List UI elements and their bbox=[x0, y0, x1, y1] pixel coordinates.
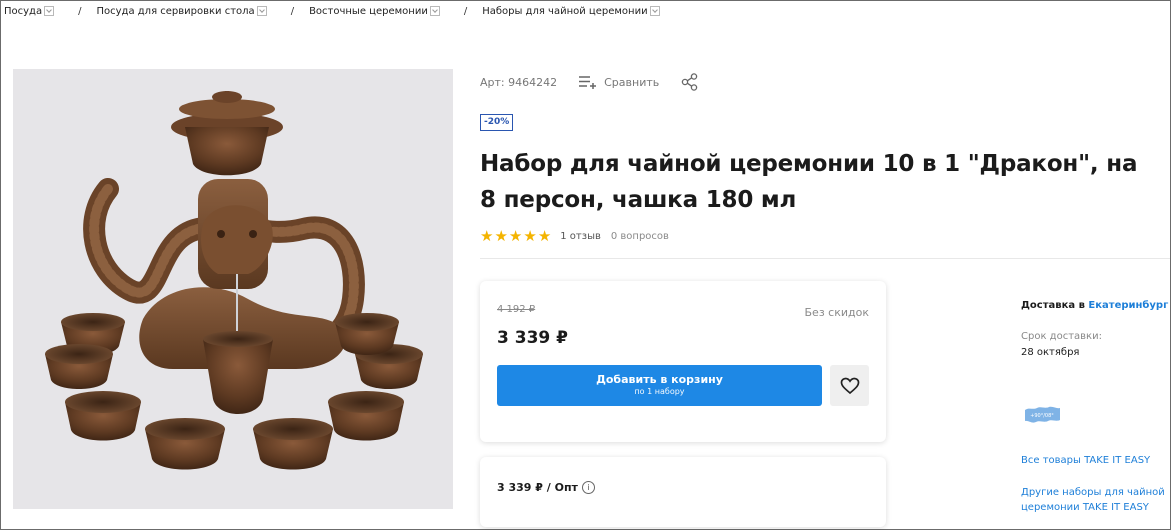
breadcrumb-item-serving[interactable]: Посуда для сервировки стола bbox=[96, 6, 267, 17]
delivery-title-prefix: Доставка в bbox=[1021, 300, 1085, 311]
wholesale-card: 3 339 ₽ / Опт i bbox=[480, 457, 886, 527]
chevron-down-icon[interactable] bbox=[256, 6, 267, 16]
article-number: Арт: 9464242 bbox=[480, 75, 558, 89]
old-price: 4 192 ₽ bbox=[497, 304, 536, 315]
breadcrumb-label[interactable]: Посуда для сервировки стола bbox=[96, 6, 254, 17]
chevron-down-icon[interactable] bbox=[649, 6, 660, 16]
share-icon[interactable] bbox=[681, 73, 699, 91]
wholesale-price-label: 3 339 ₽ / Опт bbox=[497, 481, 578, 494]
brand-logo-text: +90°/08° bbox=[1030, 413, 1054, 419]
star-icon: ★ bbox=[508, 227, 523, 245]
star-icon: ★ bbox=[480, 227, 494, 245]
chevron-down-icon[interactable] bbox=[44, 6, 55, 16]
star-icon: ★ bbox=[537, 227, 552, 245]
breadcrumb-label[interactable]: Посуда bbox=[4, 6, 42, 17]
favorite-button[interactable] bbox=[830, 365, 869, 406]
product-image[interactable] bbox=[13, 69, 453, 509]
chevron-down-icon[interactable] bbox=[429, 6, 440, 16]
rating-row: ★ ★ ★ ★ ★ 1 отзыв 0 вопросов bbox=[480, 228, 669, 244]
brand-logo[interactable]: +90°/08° bbox=[1021, 406, 1063, 424]
no-discount-label: Без скидок bbox=[804, 306, 869, 319]
breadcrumb-separator: / bbox=[78, 5, 82, 17]
info-icon[interactable]: i bbox=[581, 481, 595, 494]
compare-list-icon[interactable] bbox=[579, 75, 597, 89]
brand-all-products-link[interactable]: Все товары TAKE IT EASY bbox=[1021, 455, 1150, 466]
current-price: 3 339 ₽ bbox=[497, 328, 568, 348]
wholesale-price: 3 339 ₽ / Опт i bbox=[497, 481, 595, 494]
breadcrumb-separator: / bbox=[290, 5, 295, 17]
questions-link[interactable]: 0 вопросов bbox=[611, 231, 669, 242]
divider bbox=[480, 258, 1170, 259]
breadcrumb-label[interactable]: Восточные церемонии bbox=[309, 6, 428, 17]
price-card: 4 192 ₽ Без скидок 3 339 ₽ Добавить в ко… bbox=[480, 281, 886, 442]
compare-label[interactable]: Сравнить bbox=[604, 76, 659, 89]
breadcrumb-label[interactable]: Наборы для чайной церемонии bbox=[482, 6, 647, 17]
breadcrumb: Посуда / Посуда для сервировки стола / В… bbox=[4, 3, 660, 19]
other-sets-link[interactable]: Другие наборы для чайной церемонии TAKE … bbox=[1021, 485, 1169, 515]
discount-badge: -20% bbox=[480, 114, 514, 131]
heart-icon[interactable] bbox=[840, 377, 860, 395]
breadcrumb-separator: / bbox=[463, 5, 468, 17]
delivery-title: Доставка в Екатеринбург bbox=[1021, 300, 1168, 311]
product-title: Набор для чайной церемонии 10 в 1 "Драко… bbox=[480, 151, 1138, 213]
compare-button[interactable]: Сравнить bbox=[579, 75, 659, 89]
delivery-date: 28 октября bbox=[1021, 347, 1080, 358]
star-icon: ★ bbox=[523, 227, 537, 245]
add-to-cart-label[interactable]: Добавить в корзину bbox=[596, 373, 723, 386]
rating-stars[interactable]: ★ ★ ★ ★ ★ bbox=[480, 228, 552, 244]
star-icon: ★ bbox=[494, 227, 508, 245]
add-to-cart-button[interactable]: Добавить в корзину по 1 набору bbox=[497, 365, 822, 406]
city-selector-link[interactable]: Екатеринбург bbox=[1088, 300, 1168, 311]
tea-set-illustration bbox=[45, 91, 423, 470]
breadcrumb-item-tea-sets[interactable]: Наборы для чайной церемонии bbox=[482, 6, 660, 17]
breadcrumb-item-dishes[interactable]: Посуда bbox=[4, 6, 55, 17]
delivery-term-label: Срок доставки: bbox=[1021, 331, 1102, 342]
breadcrumb-item-oriental[interactable]: Восточные церемонии bbox=[309, 6, 440, 17]
reviews-link[interactable]: 1 отзыв bbox=[560, 231, 601, 242]
product-meta-row: Арт: 9464242 Сравнить bbox=[480, 72, 699, 92]
add-to-cart-sublabel[interactable]: по 1 набору bbox=[634, 386, 684, 398]
